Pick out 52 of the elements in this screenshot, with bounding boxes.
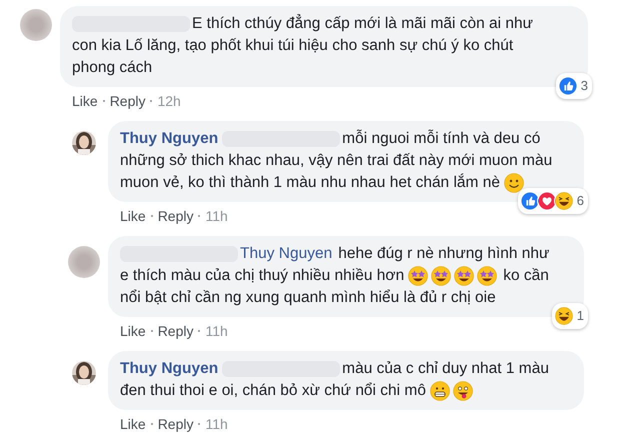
author-name[interactable]: Thuy Nguyen bbox=[120, 128, 218, 150]
separator-dot bbox=[198, 423, 200, 425]
timestamp: 11h bbox=[205, 207, 228, 226]
separator-dot bbox=[150, 215, 153, 217]
haha-reaction-icon bbox=[554, 306, 574, 326]
reply-link[interactable]: Reply bbox=[158, 206, 194, 226]
timestamp: 11h bbox=[205, 415, 228, 434]
comment-text: E thích cthúy đẳng cấp mới là mãi mãi còn ai như bbox=[192, 13, 534, 34]
comment-text: hehe đúg r nè nhưng hình như bbox=[338, 244, 550, 264]
separator-dot bbox=[150, 423, 153, 425]
author-name[interactable]: Thuy Nguyen bbox=[120, 358, 218, 380]
like-link[interactable]: Like bbox=[120, 206, 146, 226]
timestamp: 11h bbox=[205, 322, 228, 341]
comment-text: mỗi nguoi mỗi tính và deu có bbox=[342, 128, 540, 149]
separator-dot bbox=[198, 330, 200, 332]
comment-text: ko cần bbox=[503, 266, 549, 286]
separator-dot bbox=[198, 215, 200, 217]
separator-dot bbox=[150, 100, 152, 102]
like-reaction-icon bbox=[558, 76, 578, 96]
comment-text: nổi bật chỉ cần ng xung quanh mình hiểu là đủ r chị oie bbox=[120, 288, 496, 308]
haha-reaction-icon bbox=[554, 191, 574, 211]
emoji-icon bbox=[477, 266, 498, 286]
comment-text: con kia Lố lăng, tạo phốt khui túi hiệu cho sanh sự chú ý ko chút bbox=[72, 36, 514, 56]
emoji-icon bbox=[504, 173, 524, 193]
comment-text: muon vẻ, ko thì thành 1 màu nhu nhau het chán lắm nè bbox=[120, 172, 500, 193]
emoji-icon bbox=[408, 266, 428, 286]
timestamp: 12h bbox=[157, 92, 181, 111]
reply-link[interactable]: Reply bbox=[110, 91, 146, 111]
separator-dot bbox=[150, 330, 153, 332]
reply-link[interactable]: Reply bbox=[158, 414, 194, 434]
emoji-icon bbox=[454, 266, 474, 286]
like-link[interactable]: Like bbox=[72, 91, 98, 111]
reaction-summary[interactable]: 1 bbox=[552, 303, 588, 329]
emoji-icon bbox=[431, 266, 452, 286]
mention-link[interactable]: Thuy Nguyen bbox=[240, 243, 332, 265]
like-reaction-icon bbox=[520, 191, 540, 211]
reaction-summary[interactable]: 6 bbox=[518, 188, 588, 214]
blurred-avatar[interactable] bbox=[68, 246, 100, 278]
comment-text: phong cách bbox=[72, 58, 152, 78]
comment-text: đen thui thoi e oi, chán bỏ xừ chứ nổi chi mô bbox=[120, 381, 426, 401]
emoji-icon bbox=[430, 381, 450, 401]
love-reaction-icon bbox=[536, 191, 557, 211]
like-link[interactable]: Like bbox=[120, 414, 146, 434]
comment-text: e thích màu của chị thuý nhiều nhiều hơn bbox=[120, 266, 404, 286]
reaction-summary[interactable]: 3 bbox=[556, 73, 592, 99]
blurred-avatar[interactable] bbox=[20, 9, 52, 41]
like-link[interactable]: Like bbox=[120, 321, 146, 341]
reply-link[interactable]: Reply bbox=[158, 321, 194, 341]
comment-text: màu của c chỉ duy nhat 1 màu bbox=[342, 359, 549, 379]
comment-text: những sở thich khac nhau, vậy nên trai đất này mới muon màu bbox=[120, 151, 552, 171]
separator-dot bbox=[102, 100, 105, 102]
emoji-icon bbox=[452, 381, 473, 401]
